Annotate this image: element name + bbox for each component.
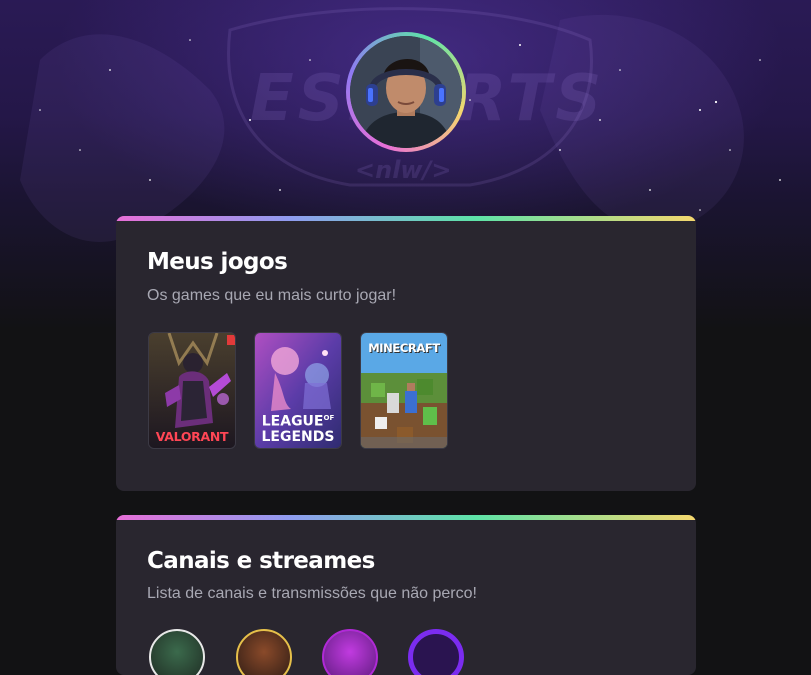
game-card-valorant[interactable]: VALORANT (148, 332, 236, 449)
channels-card-title: Canais e streames (147, 548, 375, 574)
game-card-league-of-legends[interactable]: LEAGUEOF LEGENDS (254, 332, 342, 449)
game-card-minecraft[interactable]: MINECRAFT (360, 332, 448, 449)
avatar-photo (350, 36, 462, 148)
channel-avatar-2[interactable] (236, 629, 292, 675)
game-label-valorant: VALORANT (155, 429, 229, 444)
channels-card-subtitle: Lista de canais e transmissões que não p… (147, 585, 477, 602)
game-label-league-of-legends: LEAGUEOF LEGENDS (255, 411, 341, 445)
games-card-subtitle: Os games que eu mais curto jogar! (147, 287, 397, 304)
game-label-league-of: OF (323, 414, 335, 422)
games-card-title: Meus jogos (147, 249, 288, 275)
game-label-league-line1: LEAGUE (261, 413, 324, 430)
channel-avatar-4[interactable] (408, 629, 464, 675)
game-label-minecraft: MINECRAFT (368, 341, 440, 355)
svg-text:<nlw/>: <nlw/> (355, 156, 451, 184)
card-gradient-border (116, 216, 696, 221)
game-label-league-line2: LEGENDS (261, 428, 335, 445)
profile-avatar (346, 32, 466, 152)
games-card: Meus jogos Os games que eu mais curto jo… (116, 216, 696, 491)
channel-avatar-3[interactable] (322, 629, 378, 675)
channels-card: Canais e streames Lista de canais e tran… (116, 515, 696, 675)
card-gradient-border (116, 515, 696, 520)
channel-avatar-1[interactable] (149, 629, 205, 675)
avatar (350, 36, 462, 148)
